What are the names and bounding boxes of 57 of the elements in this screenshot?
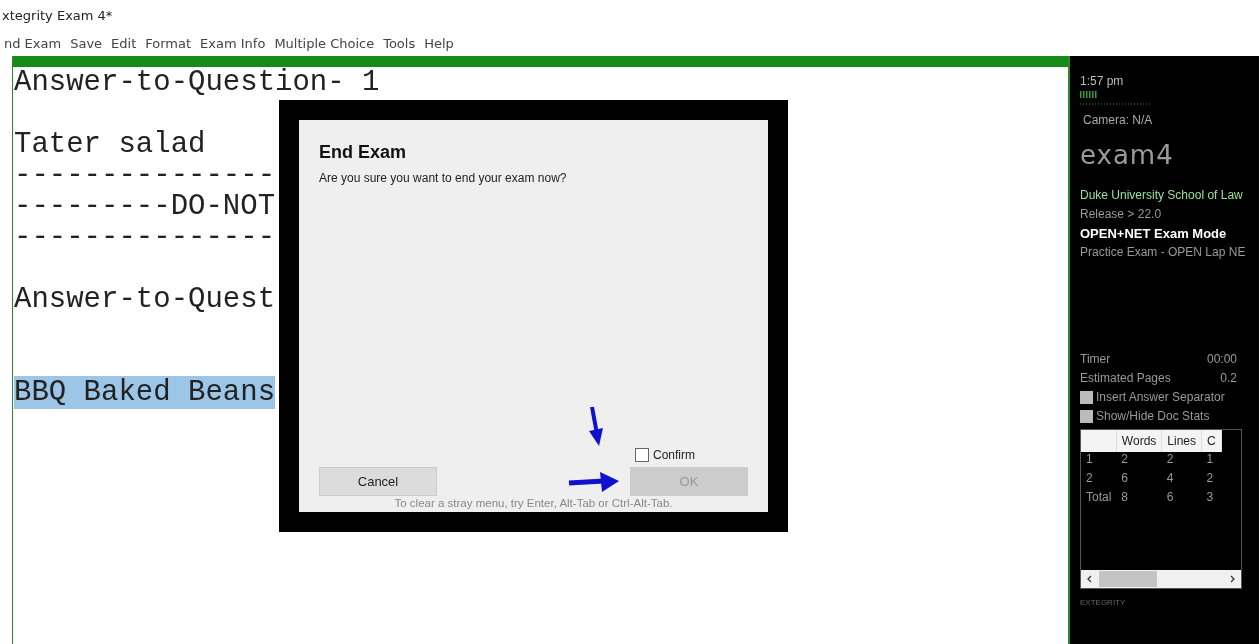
dialog-message: Are you sure you want to end your exam now?	[319, 171, 568, 185]
checkbox[interactable]	[1080, 391, 1093, 404]
stat-value: 0.2	[1220, 370, 1237, 387]
signal-bars-icon	[1080, 91, 1152, 105]
confirm-checkbox[interactable]	[635, 448, 649, 462]
camera-status: Camera: N/A	[1083, 112, 1154, 129]
table-cell: 2	[1166, 452, 1174, 466]
table-cell: 2	[1086, 471, 1093, 485]
column-header: Words	[1121, 434, 1157, 448]
menu-item[interactable]: Help	[420, 30, 458, 56]
answer-text: BBQ Baked Beans	[14, 376, 276, 409]
table-cell: 2	[1206, 471, 1214, 485]
checkbox[interactable]	[1080, 410, 1093, 423]
menu-item[interactable]: Multiple Choice	[270, 30, 379, 56]
stat-value: 00:00	[1206, 351, 1237, 368]
table-cell: 4	[1166, 471, 1174, 485]
column-header: Lines	[1167, 434, 1196, 448]
arrow-down-icon	[587, 406, 605, 448]
exam-name: Practice Exam - OPEN Lap NE	[1080, 244, 1247, 261]
brand-footer: EXTEGRITY	[1080, 598, 1259, 607]
horizontal-scrollbar[interactable]	[1081, 570, 1241, 588]
arrow-right-icon	[568, 470, 620, 493]
menu-item[interactable]: Tools	[379, 30, 420, 56]
table-cell: 1	[1086, 452, 1093, 466]
option-label: Show/Hide Doc Stats	[1096, 408, 1210, 425]
window-title: xtegrity Exam 4*	[2, 7, 113, 23]
answer-text: ---------------	[14, 221, 276, 254]
table-cell: 2	[1121, 452, 1129, 466]
cancel-button[interactable]: Cancel	[319, 467, 437, 496]
stat-label: Timer	[1080, 351, 1111, 368]
answer-text: ---------DO-NOT	[14, 190, 276, 223]
answer-text: Tater salad	[14, 128, 206, 161]
column-header: C	[1207, 434, 1216, 448]
menu-item[interactable]: nd Exam	[0, 30, 66, 56]
confirm-label: Confirm	[653, 448, 695, 462]
menu-item[interactable]: Format	[141, 30, 196, 56]
release-version: Release > 22.0	[1080, 206, 1163, 223]
answer-text: Answer-to-Question- 1	[14, 66, 380, 99]
menu-item[interactable]: Exam Info	[196, 30, 270, 56]
stat-label: Estimated Pages	[1080, 370, 1171, 387]
table-cell: 3	[1206, 490, 1214, 504]
exam4-logo: exam4	[1080, 140, 1175, 170]
menu-item[interactable]: Save	[66, 30, 107, 56]
clock-time: 1:57 pm	[1080, 73, 1125, 90]
answer-text: ---------------	[14, 159, 276, 192]
exam-mode: OPEN+NET Exam Mode	[1080, 225, 1228, 243]
table-cell: 8	[1121, 490, 1129, 504]
table-cell: 1	[1206, 452, 1214, 466]
menu-item[interactable]: Edit	[107, 30, 141, 56]
table-cell: 6	[1166, 490, 1174, 504]
dialog-title: End Exam	[319, 142, 408, 163]
table-cell: 6	[1121, 471, 1129, 485]
school-name: Duke University School of Law	[1080, 187, 1244, 204]
option-label: Insert Answer Separator	[1096, 389, 1225, 406]
table-cell: Total	[1086, 490, 1112, 504]
answer-text: Answer-to-Quest	[14, 283, 276, 316]
hint-text: To clear a stray menu, try Enter, Alt-Tab or Ctrl-Alt-Tab.	[393, 497, 674, 509]
